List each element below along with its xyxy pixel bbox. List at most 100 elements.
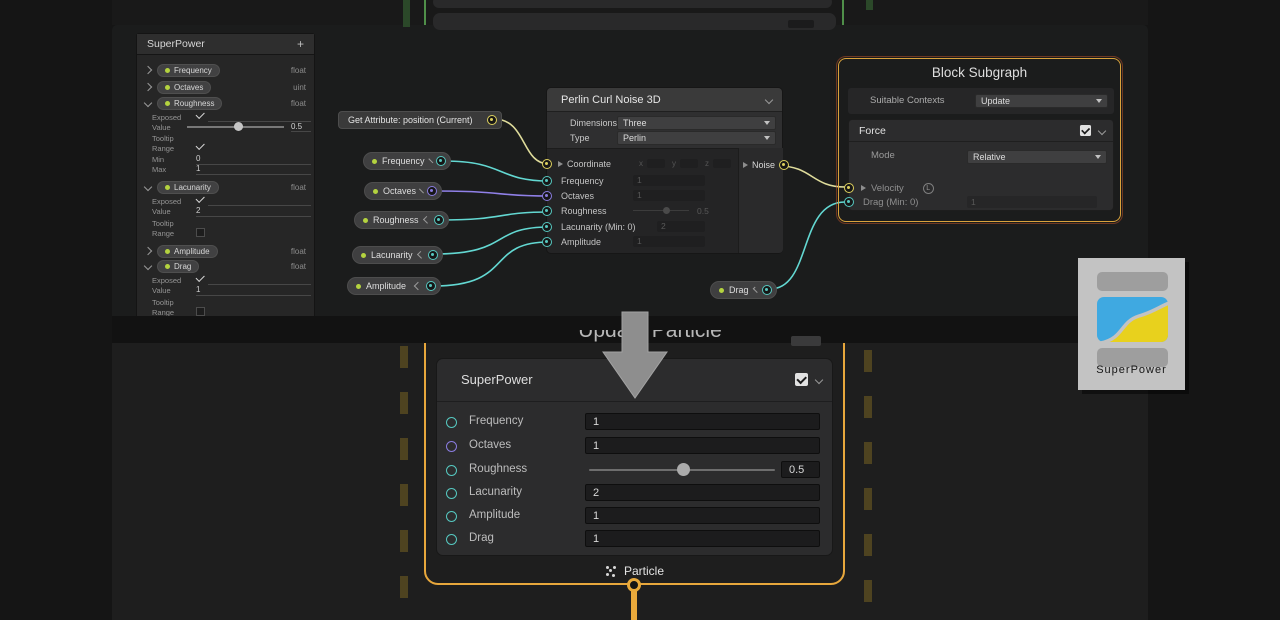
- blackboard-item-drag[interactable]: Drag float: [145, 259, 306, 273]
- expand-chevron-icon[interactable]: [144, 247, 152, 255]
- param-dot-icon: [165, 185, 170, 190]
- input-port[interactable]: [446, 441, 457, 452]
- mini-slider-handle[interactable]: [234, 122, 243, 131]
- input-port[interactable]: [446, 488, 457, 499]
- value-field[interactable]: 1: [585, 437, 820, 454]
- input-port[interactable]: [446, 465, 457, 476]
- collapse-icon[interactable]: [414, 282, 422, 290]
- collapse-chevron-icon[interactable]: [144, 99, 152, 107]
- max-field[interactable]: 1: [196, 164, 311, 175]
- checkbox-checked-icon[interactable]: [196, 194, 205, 203]
- input-port[interactable]: [542, 206, 552, 216]
- param-node-roughness[interactable]: Roughness: [354, 211, 449, 229]
- blackboard-item-lacunarity[interactable]: Lacunarity float: [145, 180, 306, 194]
- param-node-lacunarity[interactable]: Lacunarity: [352, 246, 443, 264]
- input-port[interactable]: [542, 237, 552, 247]
- input-field[interactable]: 1: [633, 175, 705, 186]
- drag-field[interactable]: 1: [967, 196, 1097, 208]
- value-field[interactable]: 1: [585, 413, 820, 430]
- input-port[interactable]: [844, 183, 854, 193]
- mini-slider-handle[interactable]: [663, 207, 670, 214]
- slider-handle[interactable]: [677, 463, 690, 476]
- axis-y-field[interactable]: [680, 159, 698, 168]
- mini-slider-track[interactable]: [633, 210, 689, 211]
- force-block[interactable]: Force Mode Relative Velocity L Drag (Min…: [848, 119, 1114, 211]
- enabled-checkbox[interactable]: [1080, 125, 1091, 136]
- collapse-icon[interactable]: [428, 158, 433, 163]
- get-attribute-node[interactable]: Get Attribute: position (Current): [338, 111, 502, 129]
- param-node-amplitude[interactable]: Amplitude: [347, 277, 441, 295]
- block-subgraph-frame[interactable]: Block Subgraph Suitable Contexts Update …: [838, 58, 1121, 222]
- enabled-checkbox[interactable]: [795, 373, 808, 386]
- perlin-curl-noise-node[interactable]: Perlin Curl Noise 3D Dimensions Three Ty…: [547, 88, 782, 253]
- input-field[interactable]: 0.5: [697, 206, 709, 216]
- expand-chevron-icon[interactable]: [144, 66, 152, 74]
- chevron-down-icon[interactable]: [815, 376, 823, 384]
- expand-triangle-icon[interactable]: [558, 161, 563, 167]
- blackboard-item-octaves[interactable]: Octaves uint: [145, 80, 306, 94]
- input-port[interactable]: [844, 197, 854, 207]
- blackboard-item-amplitude[interactable]: Amplitude float: [145, 244, 306, 258]
- collapse-icon[interactable]: [422, 216, 430, 224]
- add-property-button[interactable]: +: [297, 37, 304, 51]
- expand-chevron-icon[interactable]: [144, 83, 152, 91]
- output-port[interactable]: [487, 115, 497, 125]
- collapse-icon[interactable]: [752, 287, 759, 294]
- param-node-frequency[interactable]: Frequency: [363, 152, 451, 170]
- input-port[interactable]: [542, 159, 552, 169]
- superpower-asset-tile[interactable]: SuperPower: [1078, 258, 1185, 390]
- checkbox-checked-icon[interactable]: [196, 110, 205, 119]
- output-port[interactable]: [436, 156, 446, 166]
- output-port[interactable]: [762, 285, 772, 295]
- expand-triangle-icon[interactable]: [743, 162, 748, 168]
- value-field[interactable]: 2: [196, 206, 311, 217]
- blackboard-panel[interactable]: SuperPower + Frequency float Octaves uin…: [136, 33, 315, 327]
- chevron-down-icon[interactable]: [765, 95, 773, 103]
- input-field[interactable]: 2: [657, 221, 705, 232]
- type-dropdown[interactable]: Perlin: [617, 131, 776, 145]
- input-port[interactable]: [446, 417, 457, 428]
- context-output-port[interactable]: [627, 578, 641, 592]
- suitable-contexts-dropdown[interactable]: Update: [975, 94, 1108, 108]
- input-port[interactable]: [542, 222, 552, 232]
- chevron-down-icon[interactable]: [1098, 126, 1106, 134]
- input-field[interactable]: 1: [633, 190, 705, 201]
- output-port[interactable]: [434, 215, 444, 225]
- collapse-icon[interactable]: [419, 189, 424, 194]
- blackboard-item-roughness[interactable]: Roughness float: [145, 96, 306, 110]
- output-port[interactable]: [428, 250, 438, 260]
- output-port[interactable]: [426, 281, 436, 291]
- collapse-chevron-icon[interactable]: [144, 262, 152, 270]
- collapse-icon[interactable]: [416, 251, 424, 259]
- input-port[interactable]: [542, 176, 552, 186]
- collapse-chevron-icon[interactable]: [144, 183, 152, 191]
- value-field[interactable]: 1: [585, 530, 820, 547]
- checkbox-unchecked[interactable]: [196, 307, 205, 316]
- checkbox-checked-icon[interactable]: [196, 273, 205, 282]
- dimensions-dropdown[interactable]: Three: [617, 116, 776, 130]
- checkbox-unchecked[interactable]: [196, 228, 205, 237]
- param-node-octaves[interactable]: Octaves: [364, 182, 442, 200]
- output-port[interactable]: [427, 186, 437, 196]
- force-block-header[interactable]: Force: [849, 120, 1113, 142]
- param-node-drag[interactable]: Drag: [710, 281, 777, 299]
- axis-z-field[interactable]: [713, 159, 731, 168]
- mode-dropdown[interactable]: Relative: [967, 150, 1107, 164]
- value-field[interactable]: 1: [585, 507, 820, 524]
- value-field[interactable]: 1: [196, 285, 311, 296]
- node-header[interactable]: Perlin Curl Noise 3D: [547, 88, 782, 112]
- value-field[interactable]: 0.5: [781, 461, 820, 478]
- checkbox-checked-icon[interactable]: [196, 141, 205, 150]
- value-field[interactable]: 0.5: [291, 122, 311, 132]
- input-field[interactable]: 1: [633, 236, 705, 247]
- output-port[interactable]: [779, 160, 789, 170]
- axis-x-field[interactable]: [647, 159, 665, 168]
- value-field[interactable]: 2: [585, 484, 820, 501]
- expand-triangle-icon[interactable]: [861, 185, 866, 191]
- input-port[interactable]: [446, 534, 457, 545]
- blackboard-item-frequency[interactable]: Frequency float: [145, 63, 306, 77]
- suitable-contexts-label: Suitable Contexts: [870, 95, 944, 106]
- input-port[interactable]: [446, 511, 457, 522]
- input-port[interactable]: [542, 191, 552, 201]
- local-space-badge[interactable]: L: [923, 183, 934, 194]
